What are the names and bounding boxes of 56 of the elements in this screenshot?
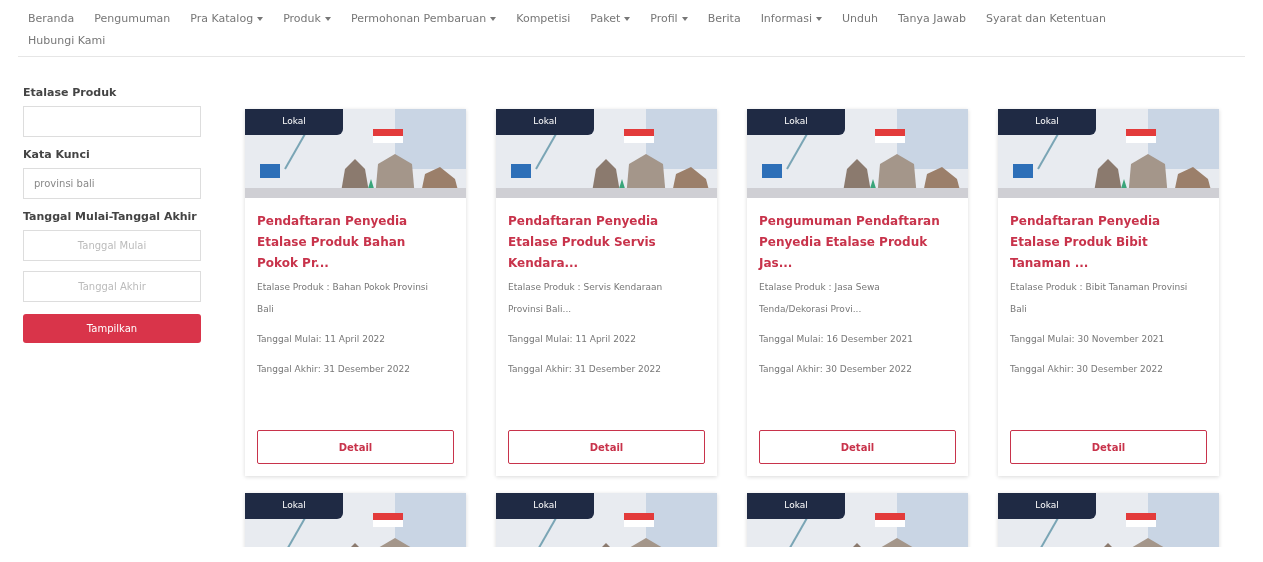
caret-icon xyxy=(816,17,822,21)
nav-link[interactable]: Informasi xyxy=(750,8,832,30)
category-badge: Lokal xyxy=(496,493,594,519)
nav-link[interactable]: Permohonan Pembaruan xyxy=(340,8,507,30)
start-date: Tanggal Mulai: 11 April 2022 xyxy=(508,333,638,346)
caret-icon xyxy=(624,17,631,21)
nav-link[interactable]: Tanya Jawab xyxy=(887,8,977,30)
card-description: Etalase Produk : Servis Kendaraan Provinsi Bali... xyxy=(508,281,664,316)
field-label: Tanggal Mulai-Tanggal Akhir xyxy=(23,209,198,224)
nav-link[interactable]: Beranda xyxy=(18,8,85,30)
category-badge: Lokal xyxy=(747,109,845,135)
nav-link[interactable]: Pengumuman xyxy=(84,8,181,30)
nav-link[interactable]: Kompetisi xyxy=(506,8,581,30)
nav-link[interactable]: Hubungi Kami xyxy=(18,30,116,52)
detail-button[interactable]: Detail xyxy=(508,430,705,464)
nav-link[interactable]: Produk xyxy=(273,8,341,30)
card-description: Etalase Produk : Bahan Pokok Provinsi Bali xyxy=(257,281,430,316)
caret-icon xyxy=(681,17,688,21)
detail-button[interactable]: Detail xyxy=(1010,430,1207,464)
nav-link[interactable]: Profil xyxy=(640,8,698,30)
card-description: Etalase Produk : Bibit Tanaman Provinsi Bali xyxy=(1010,281,1189,316)
caret-icon xyxy=(490,17,497,21)
detail-button[interactable]: Detail xyxy=(759,430,956,464)
caret-icon xyxy=(324,17,331,21)
category-badge: Lokal xyxy=(998,109,1096,135)
start-date: Tanggal Mulai: 30 November 2021 xyxy=(1010,333,1166,346)
show-button[interactable]: Tampilkan xyxy=(23,314,201,343)
card-title[interactable]: Pendaftaran Penyedia Etalase Produk Servis Kendara... xyxy=(508,211,695,274)
card-title[interactable]: Pendaftaran Penyedia Etalase Produk Bahan Pokok Pr... xyxy=(257,211,444,274)
input-field[interactable]: provinsi bali xyxy=(23,168,201,199)
category-badge: Lokal xyxy=(998,493,1096,519)
end-date: Tanggal Akhir: 30 Desember 2022 xyxy=(1010,363,1165,376)
end-date: Tanggal Akhir: 31 Desember 2022 xyxy=(508,363,663,376)
input-field[interactable]: Tanggal Mulai xyxy=(23,230,201,261)
caret-icon xyxy=(257,17,264,21)
category-badge: Lokal xyxy=(245,493,343,519)
nav-link[interactable]: Pra Katalog xyxy=(180,8,274,30)
card-description: Etalase Produk : Jasa Sewa Tenda/Dekorasi Provi... xyxy=(759,281,881,316)
input-field[interactable] xyxy=(23,106,201,137)
start-date: Tanggal Mulai: 16 Desember 2021 xyxy=(759,333,914,346)
card-title[interactable]: Pengumuman Pendaftaran Penyedia Etalase Produk Jas... xyxy=(759,211,946,274)
nav-link[interactable]: Berita xyxy=(697,8,751,30)
card-title[interactable]: Pendaftaran Penyedia Etalase Produk Bibit Tanaman ... xyxy=(1010,211,1197,274)
category-badge: Lokal xyxy=(496,109,594,135)
category-badge: Lokal xyxy=(245,109,343,135)
nav-link[interactable]: Paket xyxy=(580,8,641,30)
nav-link[interactable]: Syarat dan Ketentuan xyxy=(976,8,1116,30)
detail-button[interactable]: Detail xyxy=(257,430,454,464)
category-badge: Lokal xyxy=(747,493,845,519)
field-label: Kata Kunci xyxy=(23,147,91,162)
end-date: Tanggal Akhir: 30 Desember 2022 xyxy=(759,363,914,376)
start-date: Tanggal Mulai: 11 April 2022 xyxy=(257,333,387,346)
nav-link[interactable]: Unduh xyxy=(832,8,888,30)
input-field[interactable]: Tanggal Akhir xyxy=(23,271,201,302)
end-date: Tanggal Akhir: 31 Desember 2022 xyxy=(257,363,412,376)
field-label: Etalase Produk xyxy=(23,85,118,100)
